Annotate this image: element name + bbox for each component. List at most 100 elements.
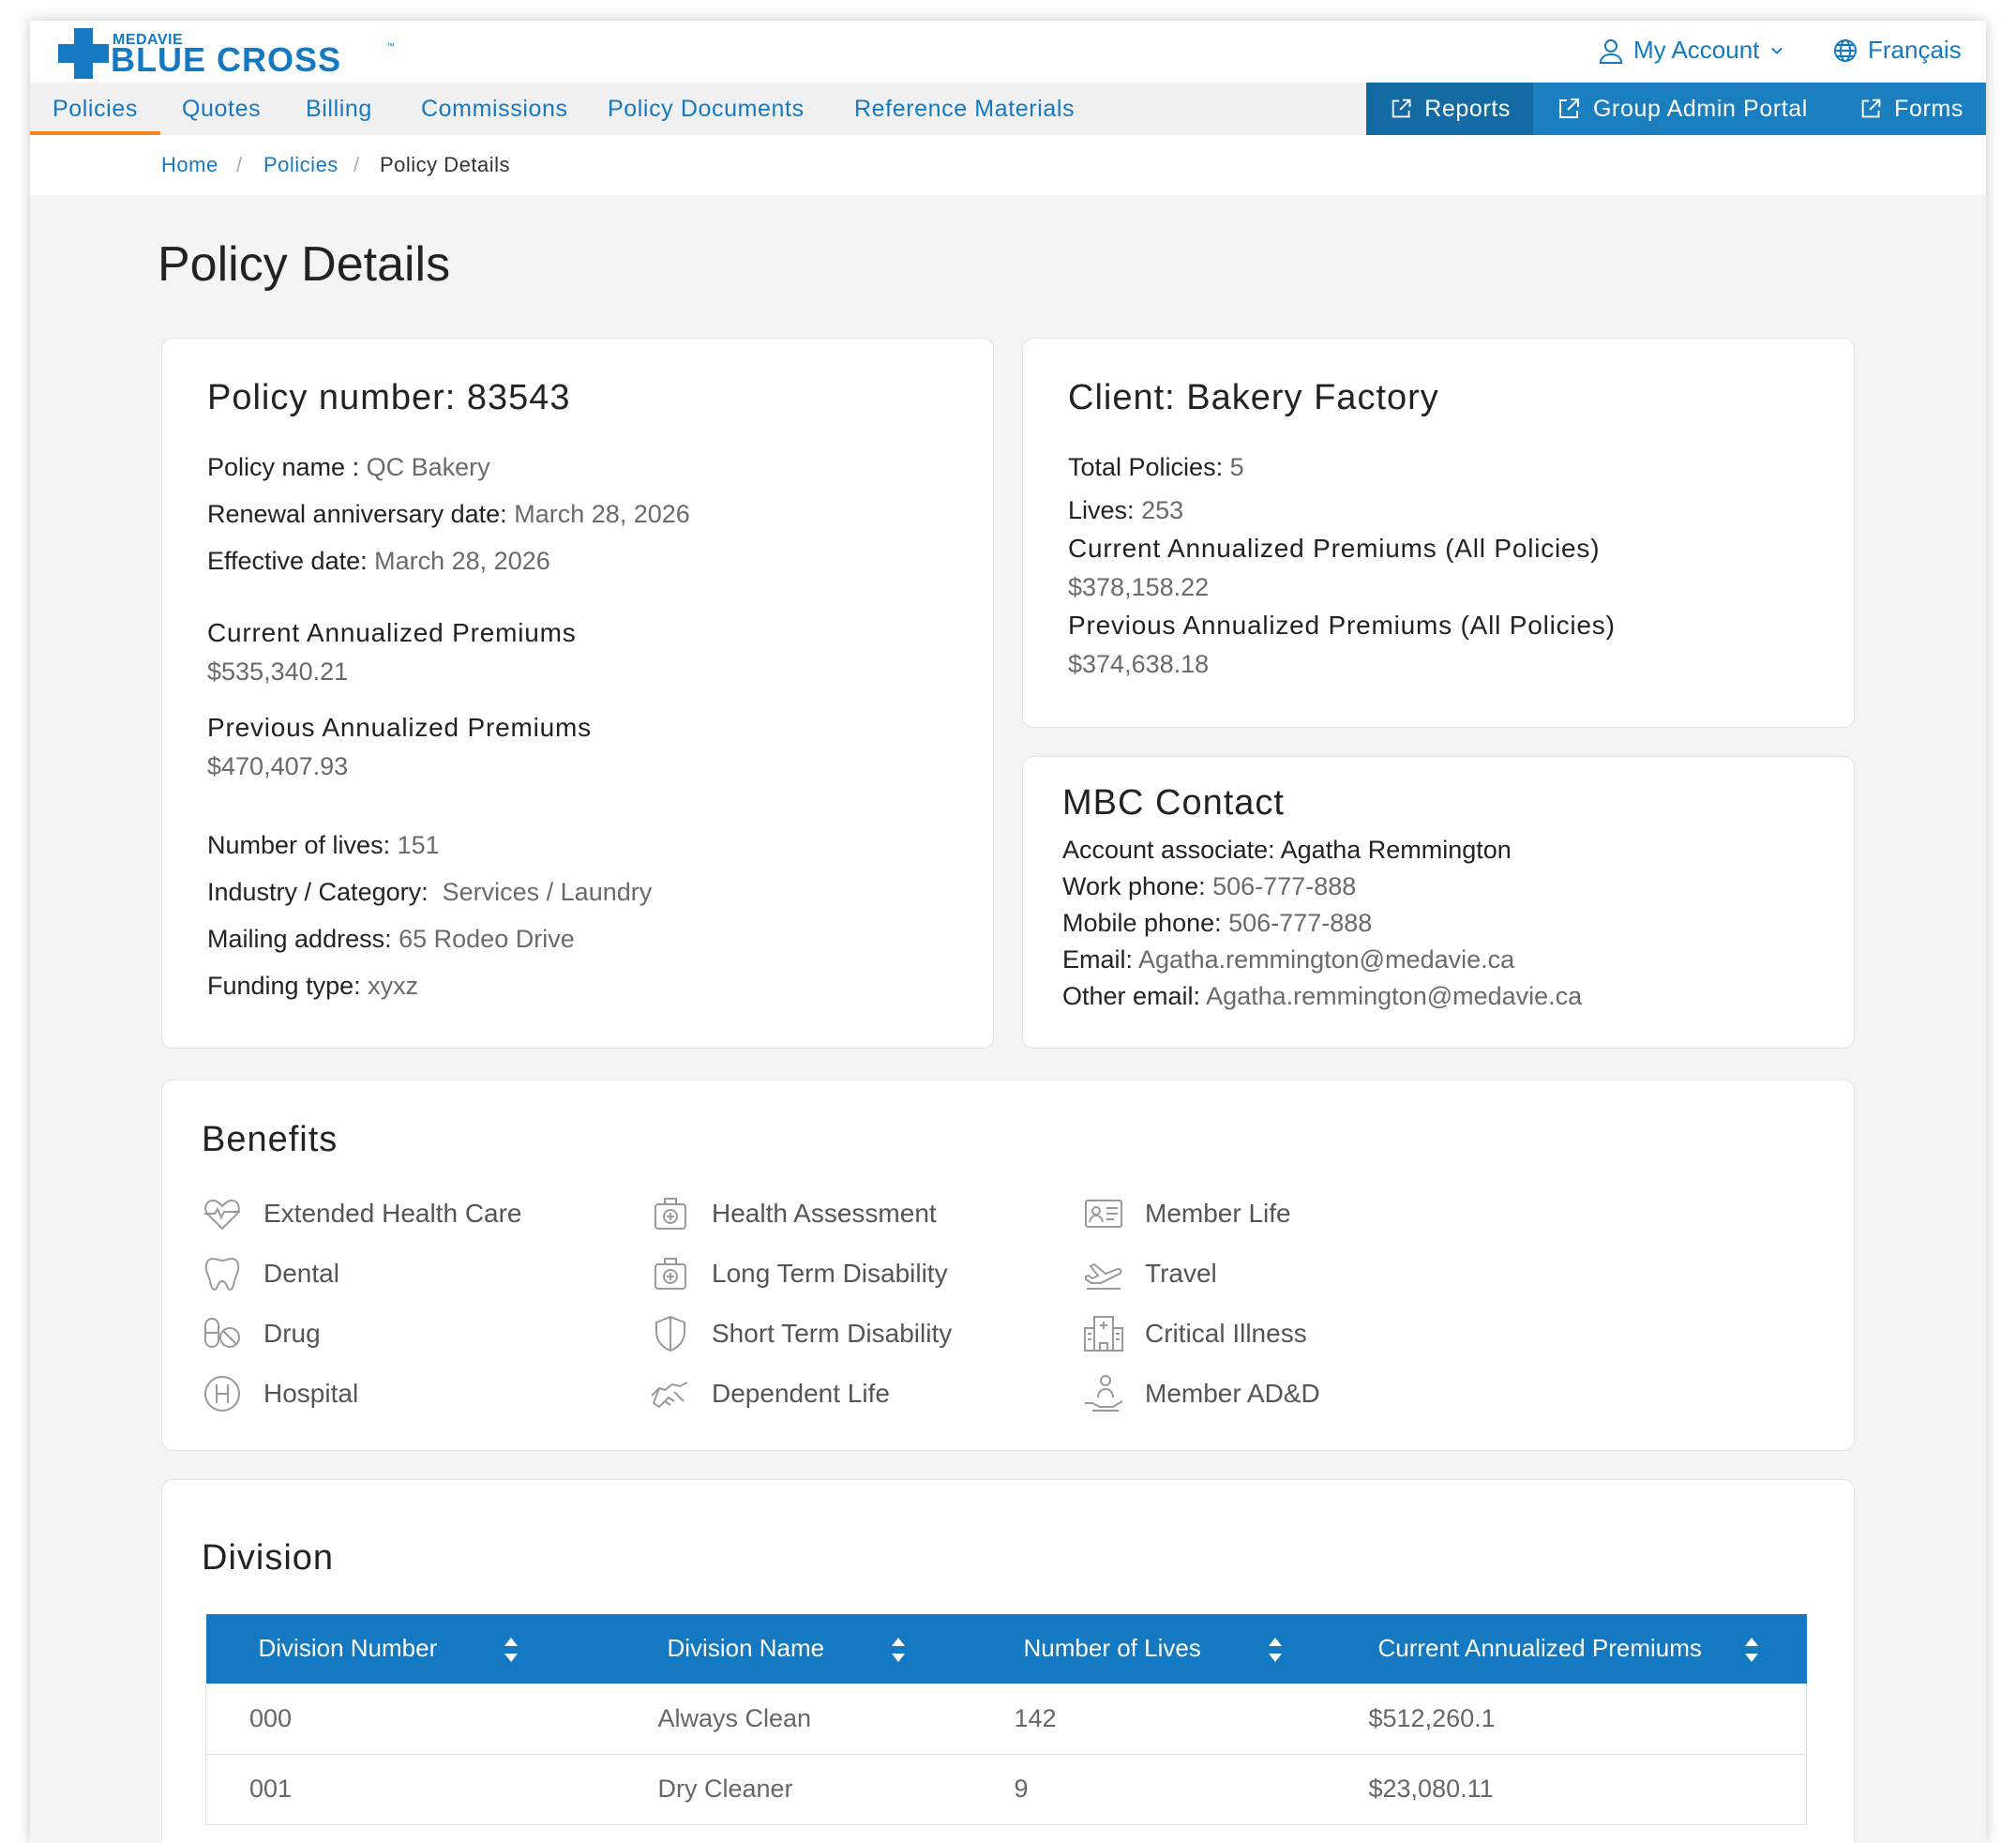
client-card: Client: Bakery Factory Total Policies: 5… [1022,338,1855,728]
page-title: Policy Details [158,237,451,292]
hospital-h-icon [204,1376,240,1412]
nav-forms[interactable]: Forms [1836,83,1986,135]
sort-icon [504,1638,519,1663]
client-lives-line: Lives: 253 [1068,496,1184,524]
nav-commissions[interactable]: Commissions [421,83,568,135]
nav-reference-materials[interactable]: Reference Materials [854,83,1075,135]
airplane-icon [1085,1262,1122,1290]
user-icon [1599,38,1623,64]
nav-policies[interactable]: Policies [30,83,160,135]
column-division-name[interactable]: Division Name [614,1614,971,1684]
breadcrumb-separator: / [236,153,243,176]
industry-line: Industry / Category: Services / Laundry [207,878,653,906]
benefit-item: Short Term Disability [650,1313,952,1354]
nav-billing[interactable]: Billing [306,83,372,135]
column-division-number[interactable]: Division Number [205,1614,615,1684]
client-previous-premiums-value: $374,638.18 [1068,650,1210,678]
app-window: MEDAVIE BLUE CROSS ™ My Account Français… [30,21,1986,1843]
nav-policy-documents[interactable]: Policy Documents [608,83,805,135]
nav-group-admin-portal[interactable]: Group Admin Portal [1533,83,1836,135]
id-card-icon [1085,1200,1122,1228]
cell-current-premiums: $512,260.1 [1325,1684,1807,1755]
renewal-date-line: Renewal anniversary date: March 28, 2026 [207,500,690,528]
column-current-premiums[interactable]: Current Annualized Premiums [1325,1614,1807,1684]
work-phone-line: Work phone: 506-777-888 [1062,872,1357,900]
division-table: Division Number Division Name Number of … [205,1614,1807,1825]
shield-icon [655,1315,685,1352]
benefit-item: Hospital [202,1373,358,1414]
medavie-blue-cross-logo[interactable]: MEDAVIE BLUE CROSS ™ [58,28,396,79]
other-email-link[interactable]: Agatha.remmington@medavie.ca [1206,982,1582,1010]
globe-icon [1834,38,1857,62]
other-email-line: Other email: Agatha.remmington@medavie.c… [1062,982,1583,1010]
effective-date-line: Effective date: March 28, 2026 [207,547,550,575]
email-link[interactable]: Agatha.remmington@medavie.ca [1138,945,1514,974]
table-row[interactable]: 000 Always Clean 142 $512,260.1 [205,1684,1807,1755]
contact-heading: MBC Contact [1062,783,1285,823]
breadcrumb-current: Policy Details [380,153,511,176]
client-heading: Client: Bakery Factory [1068,378,1439,417]
cell-division-number: 000 [205,1684,615,1755]
policy-name-line: Policy name : QC Bakery [207,453,490,481]
client-current-premiums-label: Current Annualized Premiums (All Policie… [1068,534,1601,563]
current-premiums-value: $535,340.21 [207,657,349,686]
sort-icon [1268,1638,1282,1663]
mailing-address-line: Mailing address: 65 Rodeo Drive [207,925,575,953]
breadcrumb-policies[interactable]: Policies [263,135,339,195]
division-card: Division Division Number Division Name N… [161,1479,1855,1843]
sort-icon [892,1638,906,1663]
medical-kit-icon [654,1198,686,1230]
heartbeat-icon [204,1199,240,1231]
external-link-icon [1392,98,1411,118]
client-current-premiums-value: $378,158.22 [1068,573,1210,601]
division-heading: Division [202,1538,335,1578]
policy-number-heading: Policy number: 83543 [207,378,571,417]
previous-premiums-value: $470,407.93 [207,752,349,780]
nav-forms-label: Forms [1894,95,1963,122]
account-associate-line: Account associate: Agatha Remmington [1062,836,1512,864]
chevron-down-icon [1771,47,1783,54]
cross-logo-icon [58,28,109,79]
benefit-item: Dental [202,1253,339,1294]
table-row[interactable]: 001 Dry Cleaner 9 $23,080.11 [205,1754,1807,1825]
hospital-building-icon [1084,1316,1123,1352]
mobile-phone-line: Mobile phone: 506-777-888 [1062,909,1373,937]
breadcrumb-home[interactable]: Home [161,135,218,195]
previous-premiums-label: Previous Annualized Premiums [207,713,592,742]
benefit-item: Long Term Disability [650,1253,948,1294]
cell-number-of-lives: 9 [970,1754,1326,1825]
total-policies-line: Total Policies: 5 [1068,453,1244,481]
logo-tm: ™ [386,41,395,51]
cell-division-name: Dry Cleaner [614,1754,971,1825]
header: MEDAVIE BLUE CROSS ™ My Account Français [30,21,1986,83]
column-number-of-lives[interactable]: Number of Lives [970,1614,1326,1684]
cell-current-premiums: $23,080.11 [1325,1754,1807,1825]
external-link-icon [1559,98,1579,118]
nav-reports[interactable]: Reports [1366,83,1533,135]
nav-quotes[interactable]: Quotes [182,83,261,135]
benefit-item: Drug [202,1313,321,1354]
benefit-item: Member Life [1083,1193,1291,1234]
cell-number-of-lives: 142 [970,1684,1326,1755]
email-line: Email: Agatha.remmington@medavie.ca [1062,945,1515,974]
client-previous-premiums-label: Previous Annualized Premiums (All Polici… [1068,611,1616,640]
cell-division-name: Always Clean [614,1684,971,1755]
benefit-item: Travel [1083,1253,1217,1294]
language-toggle[interactable]: Français [1832,36,1962,65]
benefit-item: Member AD&D [1083,1373,1320,1414]
mbc-contact-card: MBC Contact Account associate: Agatha Re… [1022,756,1855,1049]
policy-card: Policy number: 83543 Policy name : QC Ba… [161,338,994,1049]
nav-group-admin-label: Group Admin Portal [1593,95,1808,122]
language-label: Français [1868,36,1962,64]
breadcrumb: Home / Policies / Policy Details [30,135,1986,195]
benefit-item: Health Assessment [650,1193,937,1234]
benefit-item: Critical Illness [1083,1313,1307,1354]
table-header-row: Division Number Division Name Number of … [205,1614,1807,1684]
logo-big-text: BLUE CROSS [111,40,342,79]
my-account-menu[interactable]: My Account [1598,36,1785,65]
benefits-heading: Benefits [202,1120,339,1159]
benefit-item: Dependent Life [650,1373,890,1414]
my-account-label: My Account [1633,36,1760,64]
current-premiums-label: Current Annualized Premiums [207,618,577,647]
medical-kit-icon [654,1258,686,1290]
